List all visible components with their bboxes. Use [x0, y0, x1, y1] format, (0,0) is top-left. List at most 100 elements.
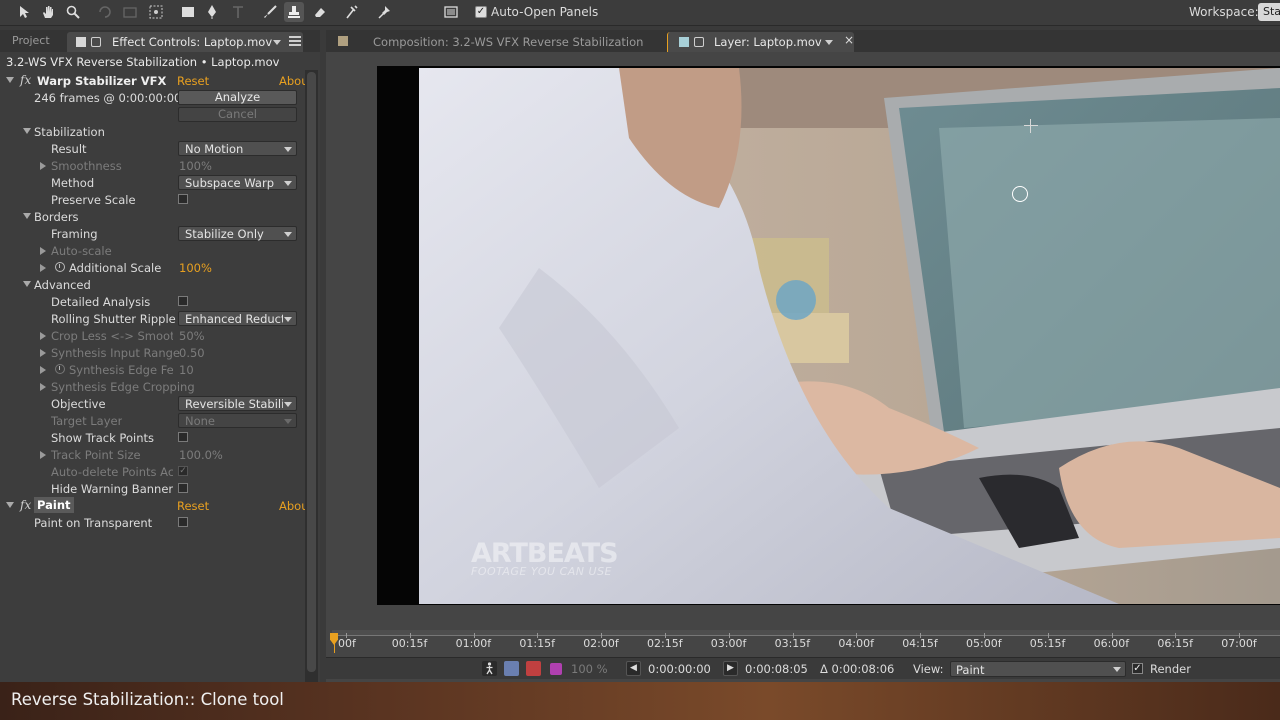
paint-reset-link[interactable]: Reset	[177, 499, 209, 513]
pan-behind-tool-icon[interactable]	[146, 2, 166, 22]
auto-open-panels-checkbox[interactable]: ✓	[475, 6, 487, 18]
expand-triangle-icon[interactable]	[40, 264, 46, 272]
zoom-tool-icon[interactable]	[63, 2, 83, 22]
synthesis-edge-feather-value: 10	[179, 363, 194, 377]
current-time-line	[334, 635, 335, 653]
expand-triangle-icon[interactable]	[40, 349, 46, 357]
in-time[interactable]: 0:00:00:00	[648, 662, 711, 676]
collapse-triangle-icon[interactable]	[23, 128, 31, 134]
out-time[interactable]: 0:00:08:05	[745, 662, 808, 676]
stopwatch-icon[interactable]	[55, 262, 65, 272]
panel-toggle-icon[interactable]	[441, 2, 461, 22]
view-dropdown[interactable]: Paint	[950, 661, 1126, 677]
brush-cursor-icon	[1012, 186, 1028, 202]
tab-layer[interactable]: Layer: Laptop.mov	[667, 32, 854, 52]
rectangle-tool-icon[interactable]	[178, 2, 198, 22]
paint-on-transparent-checkbox[interactable]	[178, 517, 188, 527]
warp-reset-link[interactable]: Reset	[177, 74, 209, 88]
param-paint-on-transparent: Paint on Transparent	[0, 514, 304, 531]
detailed-analysis-checkbox[interactable]	[178, 296, 188, 306]
ruler-tick-label: 03:00f	[710, 637, 747, 650]
tab-composition[interactable]: Composition: 3.2-WS VFX Reverse Stabiliz…	[338, 33, 664, 52]
chevron-down-icon	[284, 181, 292, 186]
group-borders[interactable]: Borders	[0, 208, 304, 225]
lock-icon[interactable]	[694, 37, 704, 47]
expand-triangle-icon[interactable]	[40, 383, 46, 391]
workspace-select[interactable]: Sta	[1258, 3, 1280, 21]
paint-effect-name: Paint	[34, 497, 74, 513]
figure-icon[interactable]	[482, 661, 497, 676]
time-ruler[interactable]: 00f 00:15f 01:00f 01:15f 02:00f 02:15f 03:00f 0…	[326, 627, 1280, 655]
expand-triangle-icon[interactable]	[40, 332, 46, 340]
ruler-tick-label: 03:15f	[774, 637, 811, 650]
footage-frame[interactable]: ARTBEATS FOOTAGE YOU CAN USE	[419, 68, 1280, 604]
chevron-down-icon[interactable]	[825, 40, 833, 45]
footage-image	[419, 68, 1280, 604]
composition-color-swatch	[338, 36, 348, 46]
objective-dropdown[interactable]: Reversible Stabiliz	[178, 396, 297, 411]
set-in-point-icon[interactable]: ◀	[626, 661, 641, 676]
lock-icon[interactable]	[91, 37, 101, 47]
result-dropdown[interactable]: No Motion	[178, 141, 297, 156]
method-dropdown[interactable]: Subspace Warp	[178, 175, 297, 190]
expand-triangle-icon[interactable]	[40, 451, 46, 459]
view-label: View:	[913, 662, 944, 676]
group-stabilization[interactable]: Stabilization	[0, 123, 304, 140]
show-track-points-checkbox[interactable]	[178, 432, 188, 442]
eraser-tool-icon[interactable]	[310, 2, 330, 22]
close-tab-icon[interactable]: ×	[844, 33, 854, 47]
panel-menu-icon[interactable]	[289, 36, 301, 46]
fx-icon[interactable]: fx	[20, 73, 31, 87]
advanced-label: Advanced	[34, 278, 91, 292]
scrollbar-thumb[interactable]	[307, 72, 316, 672]
color-swatch-icon[interactable]	[550, 663, 562, 675]
layer-viewer[interactable]: ARTBEATS FOOTAGE YOU CAN USE	[326, 52, 1280, 627]
synthesis-input-label: Synthesis Input Range	[51, 346, 180, 360]
objective-dropdown-value: Reversible Stabiliz	[185, 397, 283, 411]
additional-scale-value[interactable]: 100%	[179, 261, 212, 275]
warp-cancel-row: Cancel	[0, 106, 304, 123]
camera-tool-icon	[120, 2, 140, 22]
render-mask-icon[interactable]	[526, 661, 541, 676]
ruler-tick-label: 04:15f	[902, 637, 938, 650]
selection-tool-icon[interactable]	[14, 2, 34, 22]
tab-project[interactable]: Project	[12, 34, 50, 47]
param-result: Result No Motion	[0, 140, 304, 157]
param-objective: Objective Reversible Stabiliz	[0, 395, 304, 412]
expand-triangle-icon[interactable]	[40, 162, 46, 170]
puppet-pin-tool-icon[interactable]	[375, 2, 395, 22]
chevron-down-icon[interactable]	[273, 40, 281, 45]
rolling-shutter-dropdown[interactable]: Enhanced Reducti	[178, 311, 297, 326]
set-out-point-icon[interactable]: ▶	[723, 661, 738, 676]
rotate-tool-icon	[95, 2, 115, 22]
fx-icon[interactable]: fx	[20, 498, 31, 512]
analyze-button[interactable]: Analyze	[178, 90, 297, 105]
smoothness-value: 100%	[179, 159, 212, 173]
chevron-down-icon	[284, 402, 292, 407]
preserve-scale-checkbox[interactable]	[178, 194, 188, 204]
left-scrollbar[interactable]	[305, 70, 318, 682]
clone-stamp-tool-icon[interactable]	[284, 2, 304, 22]
ruler-tick-label: 05:00f	[966, 637, 1002, 650]
effect-warp-stabilizer[interactable]: fx Warp Stabilizer VFX Reset Abou	[0, 72, 309, 89]
group-advanced[interactable]: Advanced	[0, 276, 304, 293]
effect-paint[interactable]: fx Paint Reset Abou	[0, 497, 309, 514]
hand-tool-icon[interactable]	[38, 2, 58, 22]
channel-icon[interactable]	[504, 661, 519, 676]
expand-triangle-icon[interactable]	[40, 247, 46, 255]
collapse-triangle-icon[interactable]	[6, 77, 14, 83]
brush-tool-icon[interactable]	[260, 2, 280, 22]
render-checkbox[interactable]: ✓	[1132, 663, 1143, 674]
pen-tool-icon[interactable]	[202, 2, 222, 22]
hide-warning-checkbox[interactable]	[178, 483, 188, 493]
paint-on-transparent-label: Paint on Transparent	[34, 516, 153, 530]
ruler-tick-label: 01:15f	[519, 637, 555, 650]
roto-brush-tool-icon[interactable]	[342, 2, 362, 22]
collapse-triangle-icon[interactable]	[23, 213, 31, 219]
collapse-triangle-icon[interactable]	[23, 281, 31, 287]
expand-triangle-icon[interactable]	[40, 366, 46, 374]
collapse-triangle-icon[interactable]	[6, 502, 14, 508]
param-rolling-shutter: Rolling Shutter Ripple Enhanced Reducti	[0, 310, 304, 327]
framing-dropdown[interactable]: Stabilize Only	[178, 226, 297, 241]
tab-effect-controls[interactable]: Effect Controls: Laptop.mov	[67, 32, 303, 52]
